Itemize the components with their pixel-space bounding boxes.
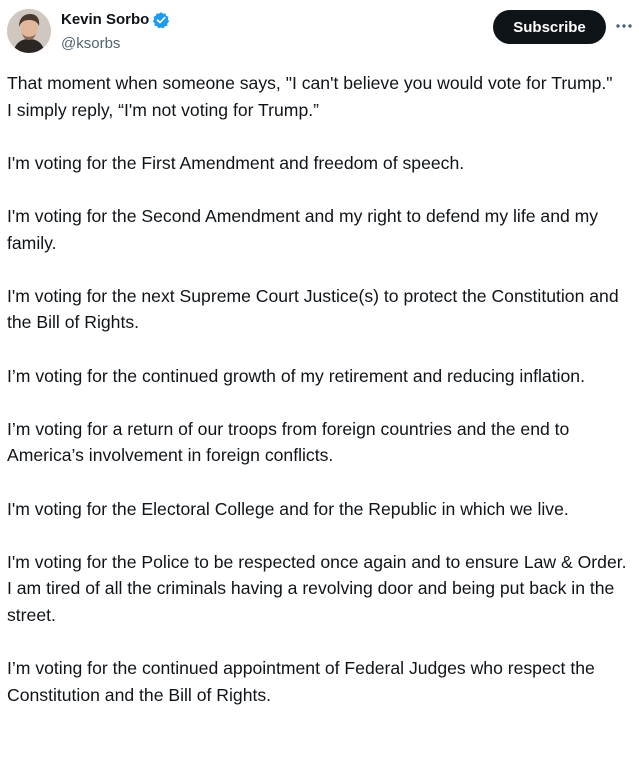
more-horizontal-icon[interactable] xyxy=(614,16,634,36)
post-paragraph: I’m voting for the continued growth of m… xyxy=(7,365,585,386)
post-paragraph: I'm voting for the next Supreme Court Ju… xyxy=(7,285,619,333)
post-paragraph: I'm voting for the First Amendment and f… xyxy=(7,152,465,173)
avatar-image xyxy=(7,9,51,53)
subscribe-button[interactable]: Subscribe xyxy=(493,10,606,44)
name-row: Kevin Sorbo xyxy=(61,9,170,31)
post-paragraph: I'm voting for the Second Amendment and … xyxy=(7,205,599,253)
avatar[interactable] xyxy=(7,9,51,53)
post-paragraph: I’m voting for the continued appointment… xyxy=(7,658,595,705)
author-handle[interactable]: @ksorbs xyxy=(61,33,170,55)
post-header: Kevin Sorbo @ksorbs Subscribe xyxy=(0,0,639,62)
verified-badge-icon xyxy=(152,11,170,29)
post-text: That moment when someone says, "I can't … xyxy=(7,70,636,708)
post-paragraph: I'm voting for the Police to be respecte… xyxy=(7,551,627,625)
post-paragraph: That moment when someone says, "I can't … xyxy=(7,73,613,120)
post-paragraph: I'm voting for the Electoral College and… xyxy=(7,498,569,519)
post-paragraph: I’m voting for a return of our troops fr… xyxy=(7,418,570,466)
author-display-name[interactable]: Kevin Sorbo xyxy=(61,9,149,31)
author-info: Kevin Sorbo @ksorbs xyxy=(61,9,170,55)
